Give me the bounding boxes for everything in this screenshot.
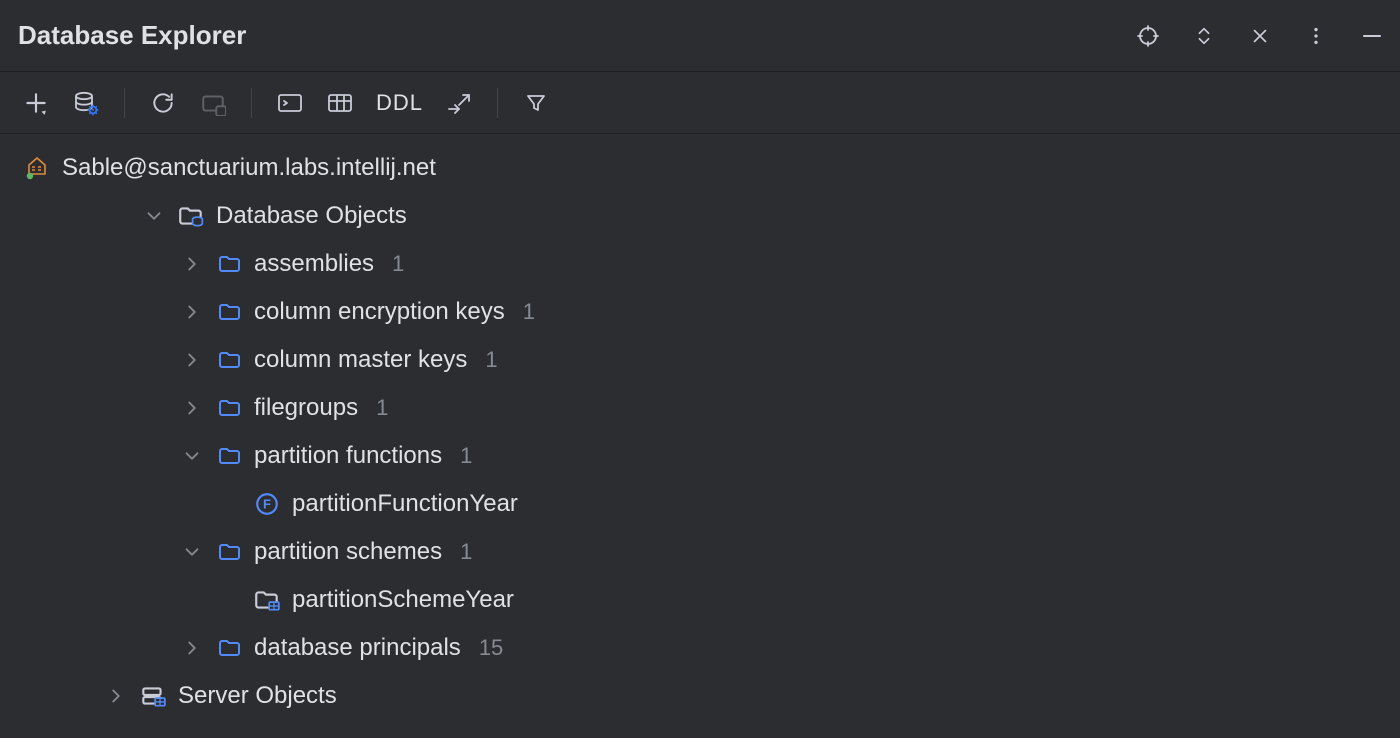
function-icon xyxy=(252,491,282,517)
chevron-right-icon xyxy=(104,685,128,707)
partition-functions-node[interactable]: partition functions 1 xyxy=(0,432,1400,480)
chevron-right-icon xyxy=(180,397,204,419)
node-label: partitionFunctionYear xyxy=(292,492,518,516)
assemblies-node[interactable]: assemblies 1 xyxy=(0,240,1400,288)
stop-button[interactable] xyxy=(193,83,233,123)
partition-function-year-node[interactable]: partitionFunctionYear xyxy=(0,480,1400,528)
toolbar-separator xyxy=(124,88,125,118)
datasource-label: Sable@sanctuarium.labs.intellij.net xyxy=(62,156,436,180)
node-label: partition functions xyxy=(254,444,442,468)
filter-button[interactable] xyxy=(516,83,556,123)
titlebar: Database Explorer xyxy=(0,0,1400,72)
folder-icon xyxy=(214,348,244,372)
titlebar-actions xyxy=(1134,22,1386,50)
ddl-button[interactable]: DDL xyxy=(370,90,429,116)
node-label: column master keys xyxy=(254,348,467,372)
server-icon xyxy=(138,683,168,709)
node-count: 1 xyxy=(523,301,535,323)
chevron-right-icon xyxy=(180,637,204,659)
refresh-button[interactable] xyxy=(143,83,183,123)
folder-icon xyxy=(214,300,244,324)
datasource-icon xyxy=(22,155,52,181)
jump-to-source-button[interactable] xyxy=(439,83,479,123)
folder-icon xyxy=(214,636,244,660)
partition-schemes-node[interactable]: partition schemes 1 xyxy=(0,528,1400,576)
folder-icon xyxy=(214,396,244,420)
node-count: 1 xyxy=(376,397,388,419)
chevron-right-icon xyxy=(180,349,204,371)
panel-title: Database Explorer xyxy=(18,20,246,51)
node-label: column encryption keys xyxy=(254,300,505,324)
expand-collapse-icon[interactable] xyxy=(1190,22,1218,50)
node-count: 1 xyxy=(392,253,404,275)
partition-scheme-year-node[interactable]: partitionSchemeYear xyxy=(0,576,1400,624)
node-count: 1 xyxy=(485,349,497,371)
node-label: database principals xyxy=(254,636,461,660)
folder-icon xyxy=(214,540,244,564)
close-icon[interactable] xyxy=(1246,22,1274,50)
minimize-icon[interactable] xyxy=(1358,22,1386,50)
chevron-right-icon xyxy=(180,253,204,275)
node-count: 1 xyxy=(460,541,472,563)
node-label: Database Objects xyxy=(216,204,407,228)
chevron-down-icon xyxy=(180,541,204,563)
chevron-down-icon xyxy=(180,445,204,467)
node-label: assemblies xyxy=(254,252,374,276)
node-label: filegroups xyxy=(254,396,358,420)
target-icon[interactable] xyxy=(1134,22,1162,50)
toolbar-separator xyxy=(497,88,498,118)
datasource-properties-button[interactable] xyxy=(66,83,106,123)
node-count: 1 xyxy=(460,445,472,467)
node-label: partitionSchemeYear xyxy=(292,588,514,612)
chevron-right-icon xyxy=(180,301,204,323)
add-button[interactable] xyxy=(16,83,56,123)
database-principals-node[interactable]: database principals 15 xyxy=(0,624,1400,672)
console-button[interactable] xyxy=(270,83,310,123)
column-encryption-keys-node[interactable]: column encryption keys 1 xyxy=(0,288,1400,336)
node-label: partition schemes xyxy=(254,540,442,564)
table-button[interactable] xyxy=(320,83,360,123)
toolbar: DDL xyxy=(0,72,1400,134)
more-icon[interactable] xyxy=(1302,22,1330,50)
folder-icon xyxy=(214,252,244,276)
toolbar-separator xyxy=(251,88,252,118)
database-objects-node[interactable]: Database Objects xyxy=(0,192,1400,240)
node-count: 15 xyxy=(479,637,503,659)
folder-database-icon xyxy=(176,203,206,229)
chevron-down-icon xyxy=(142,205,166,227)
column-master-keys-node[interactable]: column master keys 1 xyxy=(0,336,1400,384)
node-label: Server Objects xyxy=(178,684,337,708)
filegroups-node[interactable]: filegroups 1 xyxy=(0,384,1400,432)
folder-scheme-icon xyxy=(252,587,282,613)
database-tree: Sable@sanctuarium.labs.intellij.net Data… xyxy=(0,134,1400,720)
datasource-node[interactable]: Sable@sanctuarium.labs.intellij.net xyxy=(0,144,1400,192)
server-objects-node[interactable]: Server Objects xyxy=(0,672,1400,720)
folder-icon xyxy=(214,444,244,468)
